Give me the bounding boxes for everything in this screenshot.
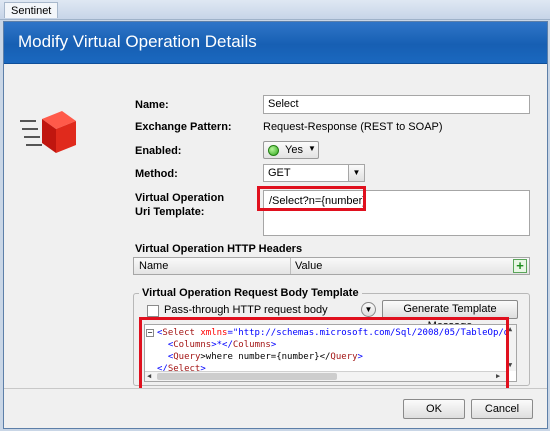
dialog-body: Name: Select Exchange Pattern: Request-R… — [4, 65, 547, 392]
sentinet-logo-icon — [20, 111, 76, 153]
dialog-footer: OK Cancel — [4, 388, 547, 428]
method-value: GET — [268, 167, 291, 179]
enabled-dropdown[interactable]: Yes ▼ — [263, 141, 319, 159]
cancel-button[interactable]: Cancel — [471, 399, 533, 419]
app-tab[interactable]: Sentinet — [4, 2, 59, 18]
exchange-pattern-value: Request-Response (REST to SOAP) — [263, 121, 443, 133]
chevron-down-icon[interactable]: ▼ — [348, 165, 364, 181]
passthrough-label: Pass-through HTTP request body — [164, 304, 328, 316]
headers-col-value[interactable]: Value — [295, 260, 322, 272]
dialog-header: Modify Virtual Operation Details — [4, 22, 547, 64]
add-header-icon[interactable]: + — [513, 259, 527, 273]
name-field[interactable]: Select — [263, 95, 530, 114]
column-divider — [290, 258, 291, 274]
ok-button[interactable]: OK — [403, 399, 465, 419]
chevron-down-icon[interactable]: ▼ — [361, 302, 376, 317]
modify-virtual-operation-dialog: Modify Virtual Operation Details Name: S… — [3, 21, 548, 429]
method-select[interactable]: GET ▼ — [263, 164, 365, 182]
exchange-pattern-label: Exchange Pattern: — [135, 121, 232, 133]
request-body-title: Virtual Operation Request Body Template — [139, 287, 362, 299]
uri-highlight-box — [257, 186, 366, 211]
chevron-down-icon: ▼ — [308, 144, 316, 153]
enabled-status-icon — [268, 145, 279, 156]
enabled-label: Enabled: — [135, 145, 182, 157]
passthrough-checkbox[interactable] — [147, 305, 159, 317]
app-titlebar: Sentinet — [0, 0, 550, 20]
http-headers-grid-header: Name Value + — [133, 257, 530, 275]
headers-col-name[interactable]: Name — [139, 260, 168, 272]
name-label: Name: — [135, 99, 169, 111]
dialog-title: Modify Virtual Operation Details — [18, 32, 257, 51]
uri-template-label-line1: Virtual Operation — [135, 192, 225, 204]
enabled-value: Yes — [285, 144, 303, 156]
method-label: Method: — [135, 168, 178, 180]
http-headers-title: Virtual Operation HTTP Headers — [135, 243, 303, 255]
uri-template-label-line2: Uri Template: — [135, 206, 205, 218]
body-template-highlight-box — [139, 317, 509, 392]
